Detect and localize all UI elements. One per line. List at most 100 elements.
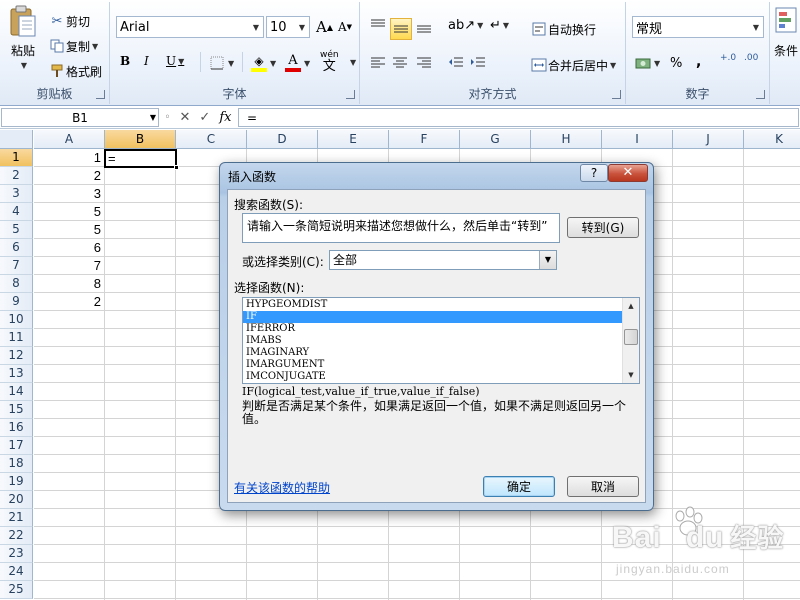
- row-header-2[interactable]: 2: [0, 167, 33, 185]
- function-list-item[interactable]: HYPGEOMDIST: [243, 299, 622, 311]
- go-button[interactable]: 转到(G): [567, 217, 639, 238]
- merge-center-button[interactable]: 合并后居中 ▼: [530, 56, 616, 74]
- row-header-6[interactable]: 6: [0, 239, 33, 257]
- row-header-7[interactable]: 7: [0, 257, 33, 275]
- row-header-24[interactable]: 24: [0, 563, 33, 581]
- dialog-help-button[interactable]: ?: [580, 164, 608, 182]
- function-list-item[interactable]: IMCONJUGATE: [243, 371, 622, 383]
- bold-button[interactable]: B: [120, 54, 130, 68]
- column-header-f[interactable]: F: [389, 130, 460, 149]
- align-middle-button[interactable]: [390, 18, 412, 40]
- cell-a7[interactable]: 7: [34, 257, 104, 275]
- row-header-23[interactable]: 23: [0, 545, 33, 563]
- row-header-22[interactable]: 22: [0, 527, 33, 545]
- row-header-19[interactable]: 19: [0, 473, 33, 491]
- italic-button[interactable]: I: [144, 54, 149, 68]
- search-function-input[interactable]: 请输入一条简短说明来描述您想做什么，然后单击“转到”: [242, 213, 560, 243]
- decrease-decimal-button[interactable]: .00: [744, 54, 758, 63]
- conditional-format-button[interactable]: 条件: [774, 6, 798, 59]
- column-header-c[interactable]: C: [176, 130, 247, 149]
- scroll-thumb[interactable]: [624, 329, 638, 345]
- function-list-item[interactable]: IMABS: [243, 335, 622, 347]
- column-header-a[interactable]: A: [34, 130, 105, 149]
- function-help-link[interactable]: 有关该函数的帮助: [234, 479, 330, 496]
- column-header-b[interactable]: B: [105, 130, 176, 149]
- row-header-4[interactable]: 4: [0, 203, 33, 221]
- grow-font-button[interactable]: A ▲: [316, 18, 333, 36]
- dialog-launcher-icon[interactable]: [346, 90, 355, 99]
- select-all-corner[interactable]: [0, 130, 33, 149]
- scroll-up-icon[interactable]: ▲: [623, 298, 639, 314]
- dialog-close-button[interactable]: ✕: [608, 164, 648, 182]
- dialog-launcher-icon[interactable]: [612, 90, 621, 99]
- align-center-button[interactable]: [392, 56, 408, 70]
- enter-icon[interactable]: ✓: [199, 110, 210, 125]
- decrease-indent-button[interactable]: [448, 56, 464, 70]
- cancel-icon[interactable]: ✕: [179, 110, 190, 125]
- font-size-select[interactable]: 10 ▼: [266, 16, 310, 38]
- number-format-select[interactable]: 常规 ▼: [632, 16, 764, 38]
- phonetic-button[interactable]: wén 文: [320, 50, 339, 73]
- row-header-1[interactable]: 1: [0, 149, 33, 167]
- fill-color-button[interactable]: ◈ ▼: [250, 52, 276, 74]
- font-name-select[interactable]: Arial ▼: [116, 16, 264, 38]
- row-header-10[interactable]: 10: [0, 311, 33, 329]
- text-direction-button[interactable]: ↵ ▼: [490, 18, 509, 33]
- formula-input[interactable]: =: [238, 108, 799, 127]
- column-header-e[interactable]: E: [318, 130, 389, 149]
- fill-handle[interactable]: [174, 165, 179, 170]
- scroll-down-icon[interactable]: ▼: [623, 367, 639, 383]
- cell-a5[interactable]: 5: [34, 221, 104, 239]
- shrink-font-button[interactable]: A ▼: [338, 20, 352, 34]
- accounting-format-button[interactable]: ▼: [634, 54, 660, 72]
- function-list-scrollbar[interactable]: ▲ ▼: [622, 298, 639, 383]
- row-header-18[interactable]: 18: [0, 455, 33, 473]
- active-cell-b1[interactable]: =: [104, 149, 179, 170]
- function-list-item[interactable]: IMAGINARY: [243, 347, 622, 359]
- copy-button[interactable]: 复制 ▼: [48, 37, 98, 55]
- align-right-button[interactable]: [416, 56, 432, 70]
- row-header-12[interactable]: 12: [0, 347, 33, 365]
- borders-button[interactable]: ▼: [208, 54, 234, 72]
- comma-button[interactable]: ,: [696, 54, 701, 70]
- column-header-j[interactable]: J: [673, 130, 744, 149]
- align-top-button[interactable]: [370, 18, 386, 32]
- wrap-text-button[interactable]: 自动换行: [530, 20, 596, 38]
- percent-button[interactable]: %: [670, 56, 682, 71]
- ok-button[interactable]: 确定: [483, 476, 555, 497]
- insert-function-icon[interactable]: fx: [219, 110, 231, 125]
- row-header-15[interactable]: 15: [0, 401, 33, 419]
- row-header-14[interactable]: 14: [0, 383, 33, 401]
- dialog-launcher-icon[interactable]: [96, 90, 105, 99]
- row-header-17[interactable]: 17: [0, 437, 33, 455]
- cell-a9[interactable]: 2: [34, 293, 104, 311]
- row-header-21[interactable]: 21: [0, 509, 33, 527]
- cut-button[interactable]: ✂ 剪切: [48, 12, 90, 30]
- cell-a4[interactable]: 5: [34, 203, 104, 221]
- align-bottom-button[interactable]: [416, 20, 432, 34]
- row-header-25[interactable]: 25: [0, 581, 33, 599]
- font-color-button[interactable]: A ▼: [284, 52, 310, 74]
- column-header-h[interactable]: H: [531, 130, 602, 149]
- format-painter-button[interactable]: 格式刷: [48, 62, 102, 80]
- cell-a8[interactable]: 8: [34, 275, 104, 293]
- chevron-down-icon[interactable]: ▼: [350, 58, 356, 67]
- cell-a2[interactable]: 2: [34, 167, 104, 185]
- function-list-item[interactable]: IMARGUMENT: [243, 359, 622, 371]
- resize-handle-icon[interactable]: ◦: [165, 112, 171, 123]
- row-header-9[interactable]: 9: [0, 293, 33, 311]
- increase-decimal-button[interactable]: +.0: [720, 54, 736, 63]
- dialog-launcher-icon[interactable]: [756, 90, 765, 99]
- column-header-i[interactable]: I: [602, 130, 673, 149]
- underline-button[interactable]: U ▼: [166, 54, 184, 68]
- column-header-d[interactable]: D: [247, 130, 318, 149]
- increase-indent-button[interactable]: [470, 56, 486, 70]
- function-list[interactable]: HYPGEOMDIST IF IFERROR IMABS IMAGINARY IMARGU…: [242, 297, 640, 384]
- column-header-k[interactable]: K: [744, 130, 800, 149]
- row-header-5[interactable]: 5: [0, 221, 33, 239]
- name-box[interactable]: B1 ▼: [1, 108, 159, 127]
- cell-a1[interactable]: 1: [34, 149, 104, 167]
- function-list-item[interactable]: IF: [243, 311, 622, 323]
- row-header-11[interactable]: 11: [0, 329, 33, 347]
- row-header-13[interactable]: 13: [0, 365, 33, 383]
